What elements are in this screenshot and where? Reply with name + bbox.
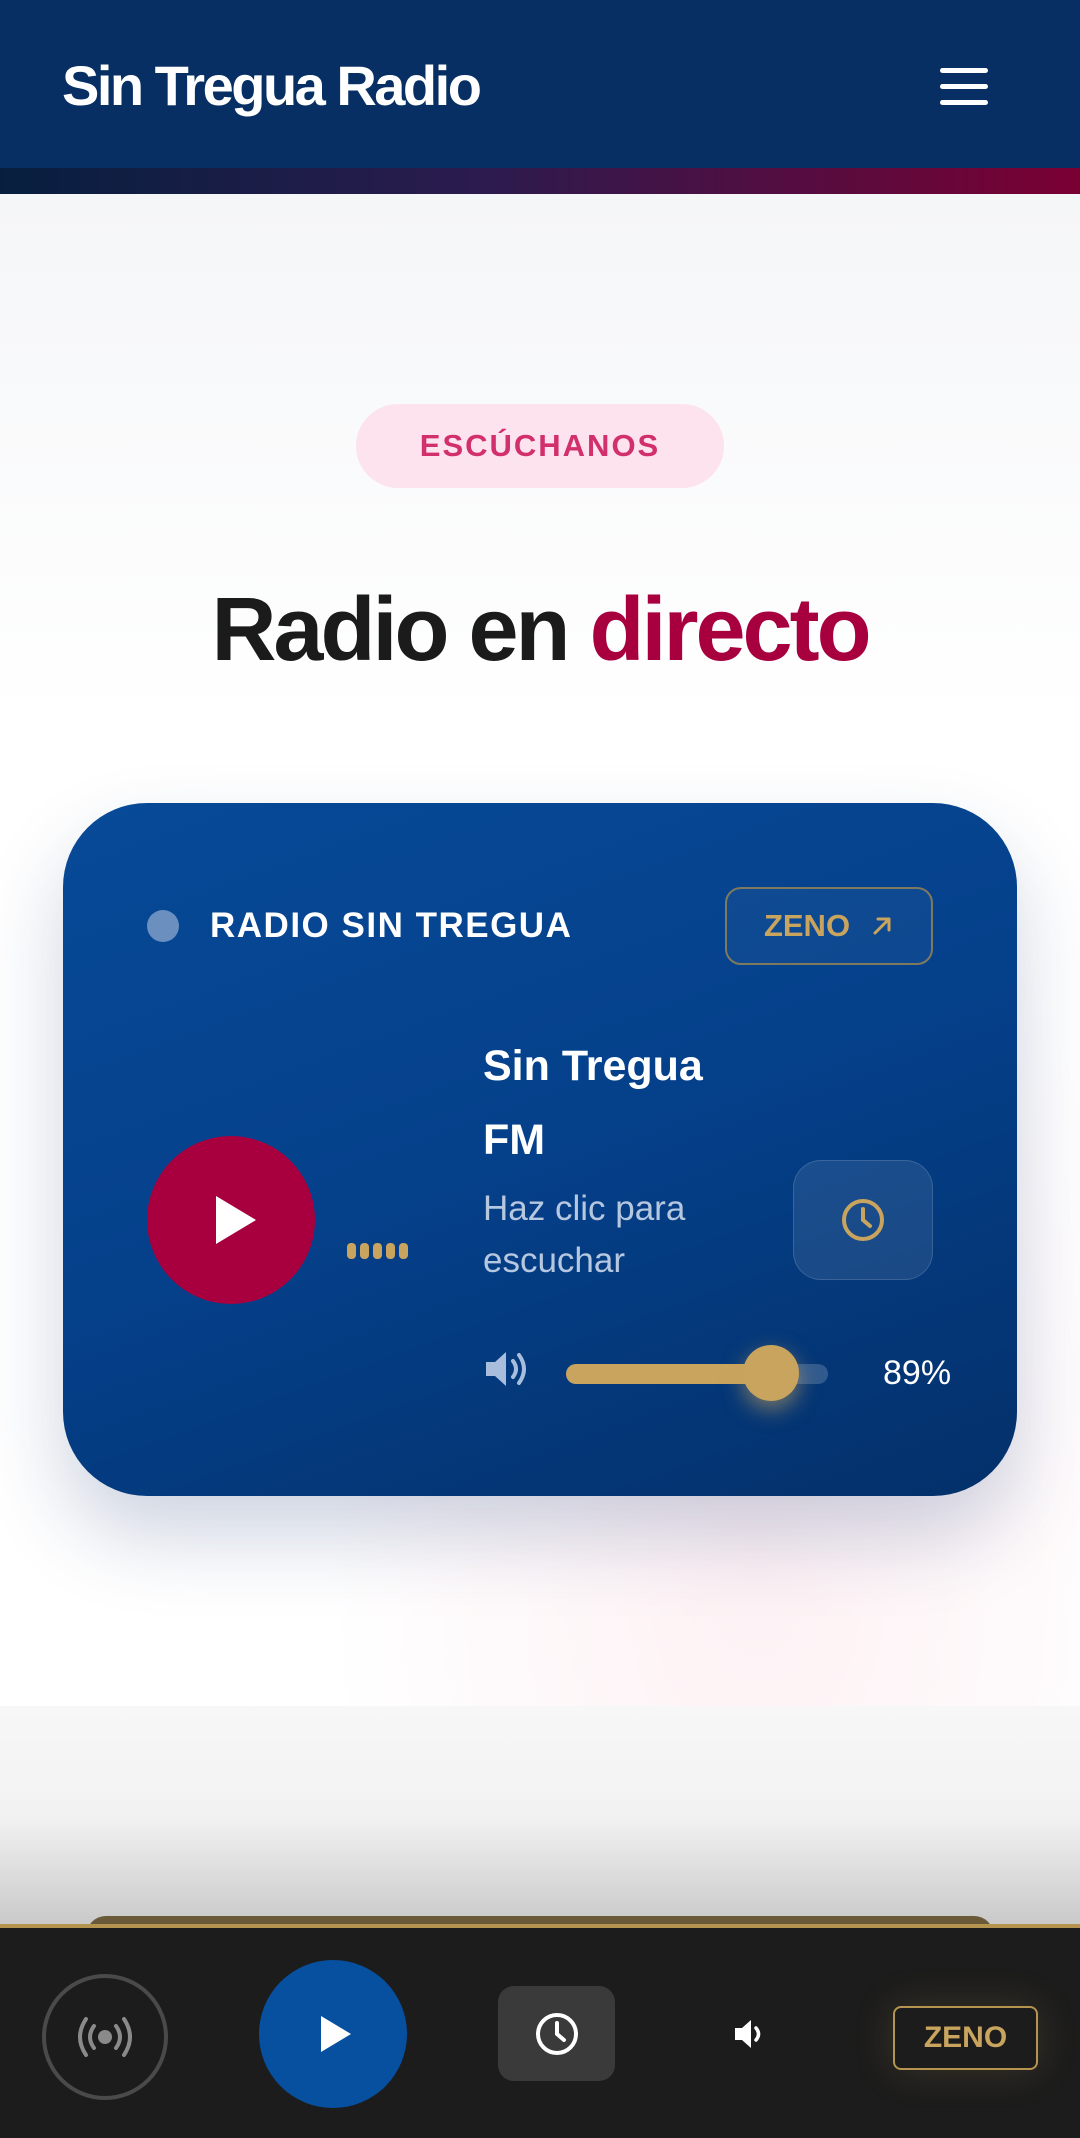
zeno-external-button[interactable]: ZENO: [725, 887, 933, 965]
broadcast-icon: [78, 2017, 132, 2057]
equalizer-icon: [347, 1243, 408, 1259]
clock-icon: [842, 1199, 884, 1241]
hamburger-menu-icon: [940, 67, 988, 73]
play-icon: [216, 1196, 256, 1244]
bottom-schedule-button[interactable]: [498, 1986, 615, 2081]
hamburger-menu-button[interactable]: [924, 52, 1004, 120]
live-broadcast-button[interactable]: [42, 1974, 168, 2100]
schedule-button[interactable]: [793, 1160, 933, 1280]
section-title: Radio en directo: [0, 570, 1080, 690]
title-accent: directo: [589, 580, 872, 680]
volume-slider-fill: [566, 1364, 772, 1384]
play-icon: [321, 2016, 351, 2052]
volume-percentage: 89%: [883, 1354, 952, 1392]
player-card: RADIO SIN TREGUA ZENO Sin Tregua FM Haz …: [63, 803, 1017, 1496]
station-name: RADIO SIN TREGUA: [210, 906, 573, 945]
section-eyebrow-pill: ESCÚCHANOS: [356, 404, 724, 488]
track-title: Sin Tregua FM: [483, 1042, 703, 1164]
bottom-play-button[interactable]: [259, 1960, 407, 2108]
title-main: Radio en: [211, 580, 570, 680]
volume-slider[interactable]: [566, 1345, 828, 1401]
brand-logo[interactable]: Sin Tregua Radio: [62, 50, 482, 122]
volume-slider-thumb[interactable]: [743, 1345, 800, 1401]
clock-icon: [535, 2012, 578, 2055]
sticky-player-bar: ZENO: [0, 1924, 1080, 2138]
hamburger-line: [940, 99, 988, 105]
next-section: [0, 1706, 1080, 1926]
play-button[interactable]: [147, 1136, 315, 1304]
bottom-zeno-button[interactable]: ZENO: [893, 2006, 1038, 2070]
site-header: Sin Tregua Radio: [0, 0, 1080, 168]
live-status-dot: [147, 910, 179, 942]
volume-icon[interactable]: [484, 1349, 530, 1389]
header-gradient-stripe: [0, 168, 1080, 194]
bottom-volume-button[interactable]: [724, 2008, 776, 2060]
zeno-label: ZENO: [763, 908, 851, 943]
hamburger-line: [940, 83, 988, 89]
track-subtitle: Haz clic para escuchar: [483, 1189, 686, 1280]
arrow-up-right-icon: [873, 917, 891, 935]
volume-icon: [735, 2020, 761, 2048]
